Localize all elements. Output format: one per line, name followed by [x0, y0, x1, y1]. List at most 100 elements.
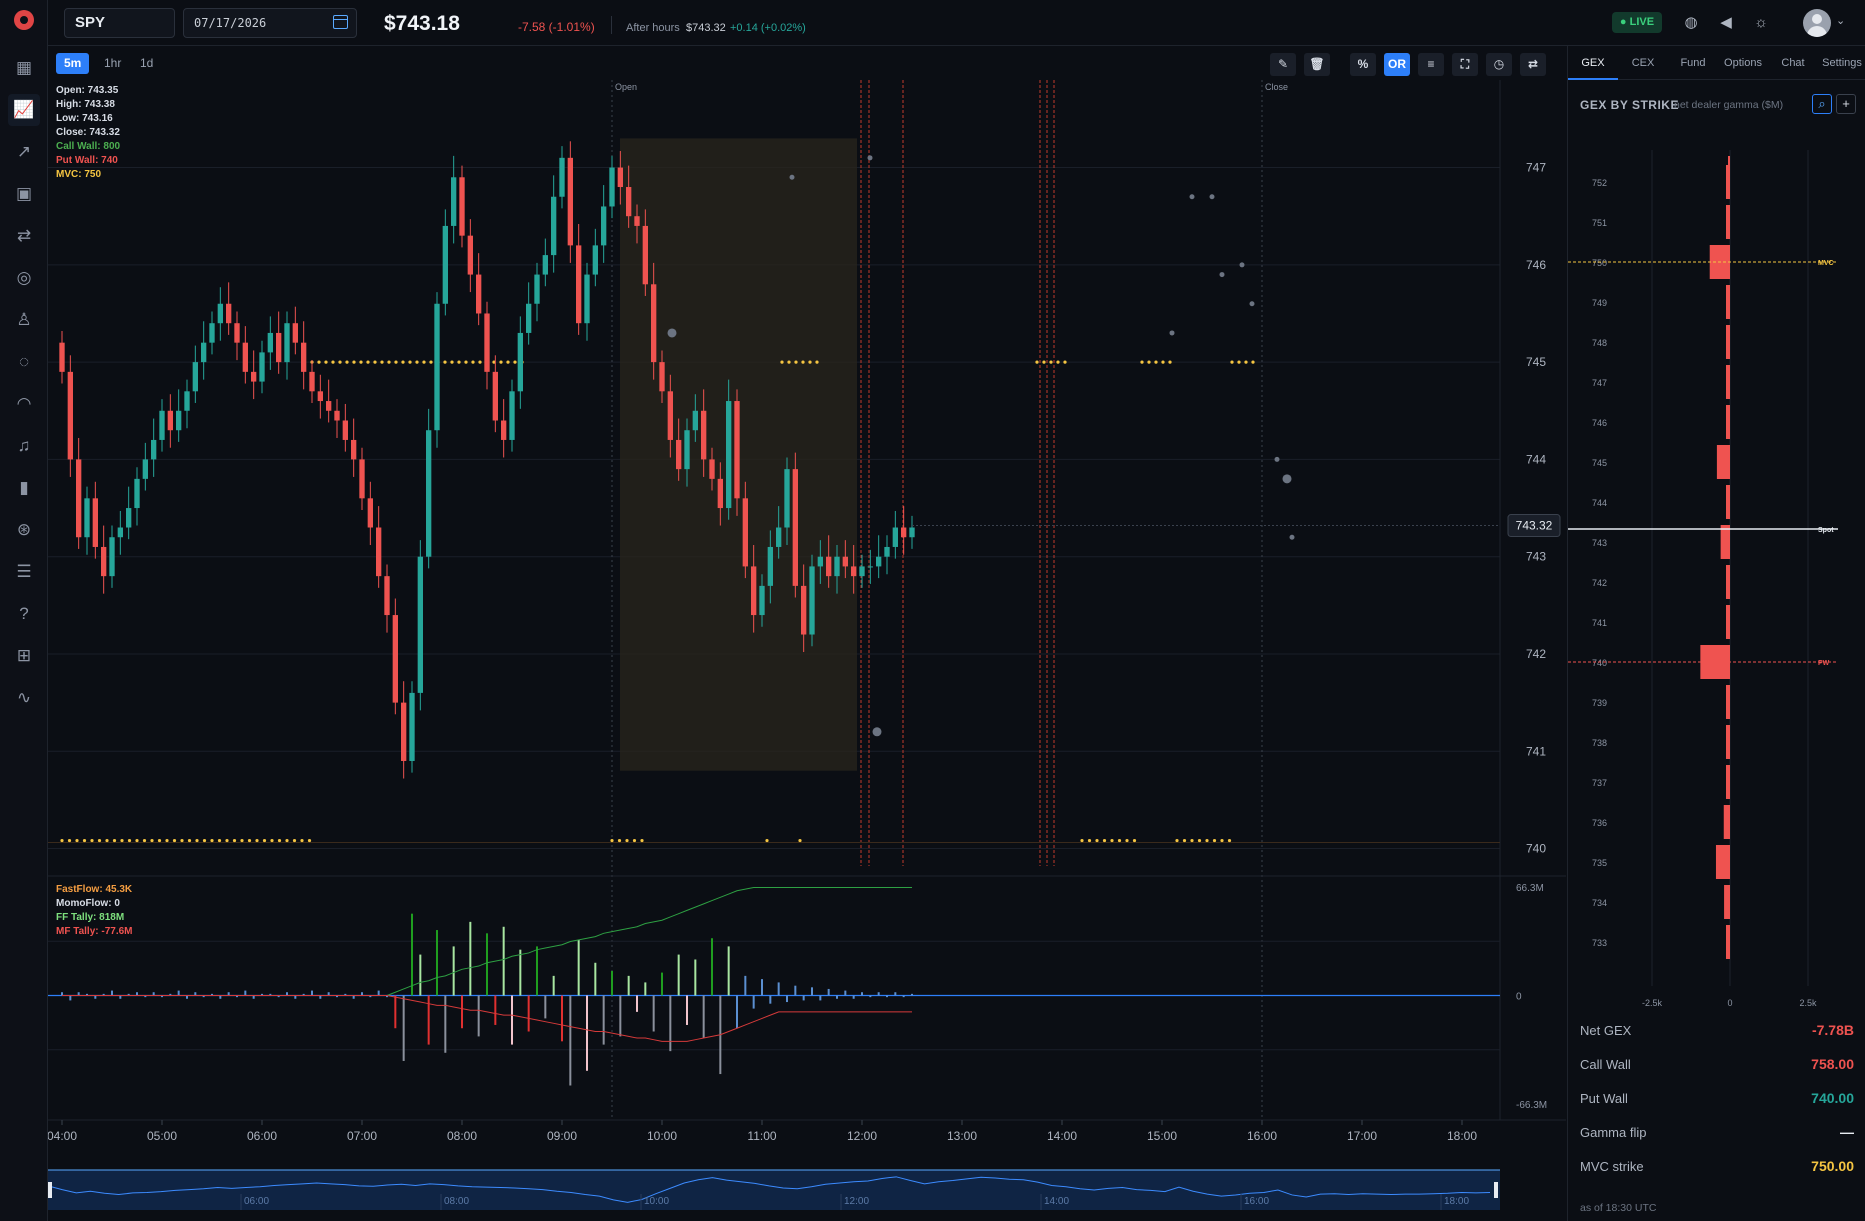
coins-icon[interactable]: ⊛	[8, 514, 40, 546]
navigator-label: 14:00	[1044, 1196, 1069, 1207]
mvc-dot	[794, 360, 798, 364]
user-icon[interactable]: ♙	[8, 304, 40, 336]
volume-icon[interactable]: ◀	[1716, 13, 1736, 33]
document-icon[interactable]: ☰	[8, 556, 40, 588]
clock-icon[interactable]: ◷	[1486, 53, 1512, 76]
mvc-dot	[317, 360, 321, 364]
mvc-dot	[506, 360, 510, 364]
line-chart-icon[interactable]: 📈	[8, 94, 40, 126]
percent-button[interactable]: %	[1350, 53, 1376, 76]
marker-dot	[1274, 456, 1280, 462]
gex-strike-label: 735	[1592, 858, 1607, 868]
tab-chat[interactable]: Chat	[1768, 46, 1818, 80]
candle-body	[101, 546, 107, 577]
transfer-arrows-icon[interactable]: ⇄	[8, 220, 40, 252]
put-wall-dot	[277, 838, 282, 843]
date-picker[interactable]: 07/17/2026	[183, 8, 357, 38]
put-wall-dot	[1175, 838, 1179, 843]
tab-gex[interactable]: GEX	[1568, 46, 1618, 80]
tab-fund[interactable]: Fund	[1668, 46, 1718, 80]
flow-bar	[869, 995, 872, 998]
tab-cex[interactable]: CEX	[1618, 46, 1668, 80]
put-wall-dot	[112, 838, 117, 843]
navigator-handle-left[interactable]	[48, 1182, 52, 1198]
lightbulb-icon[interactable]: ☼	[1751, 13, 1771, 33]
trash-icon[interactable]: 🗑	[1304, 53, 1330, 76]
candle-body	[226, 303, 232, 324]
tab-settings[interactable]: Settings	[1818, 46, 1865, 80]
put-wall-dot	[142, 838, 147, 843]
mvc-dot	[1147, 360, 1151, 364]
mvc-dot	[429, 360, 433, 364]
timeframe-1d[interactable]: 1d	[132, 53, 161, 74]
stat-value: 750.00	[1811, 1158, 1854, 1174]
navigator-handle-right[interactable]	[1494, 1182, 1498, 1198]
calendar-icon[interactable]: ▣	[8, 178, 40, 210]
ticker-input[interactable]: SPY	[64, 8, 175, 38]
put-wall-dot	[1182, 838, 1187, 843]
pencil-icon[interactable]: ✎	[1270, 53, 1296, 76]
timeframe-1hr[interactable]: 1hr	[96, 53, 129, 74]
analytics-chart-icon[interactable]: ↗	[8, 136, 40, 168]
stat-value: -7.78B	[1811, 1022, 1854, 1038]
candle-body	[192, 362, 198, 392]
candle-body	[484, 313, 490, 372]
candle-body	[659, 362, 665, 392]
gift-icon[interactable]: ⊞	[8, 640, 40, 672]
gex-strike-label: 744	[1592, 498, 1607, 508]
flow-bar	[811, 987, 813, 996]
flow-bar	[244, 990, 247, 996]
flow-bar	[519, 949, 522, 996]
put-wall-dot	[610, 838, 614, 843]
put-wall-dot	[640, 838, 644, 843]
put-wall-dot	[1087, 838, 1092, 843]
ohlc-legend-line: Close: 743.32	[56, 127, 120, 138]
candle-body	[667, 391, 673, 440]
put-wall-dot	[1205, 838, 1209, 843]
calendar-icon[interactable]	[333, 15, 348, 29]
gex-strike-label: 736	[1592, 818, 1607, 828]
chat-bubble-icon[interactable]: ◌	[8, 346, 40, 378]
dashboard-grid-icon[interactable]: ▦	[8, 52, 40, 84]
candle-body	[109, 537, 115, 577]
opening-range-button[interactable]: OR	[1384, 53, 1410, 76]
gex-strike-label: 750	[1592, 258, 1607, 268]
put-wall-dot	[127, 838, 132, 843]
tab-options[interactable]: Options	[1718, 46, 1768, 80]
gex-bar	[1726, 485, 1730, 519]
pulse-icon[interactable]: ∿	[8, 682, 40, 714]
put-wall-dot	[180, 838, 184, 843]
flow-bar	[527, 995, 530, 1032]
price-chart[interactable]: 747 746 745 744 743 742 741 740 Open Close 743.32 O…	[48, 80, 1566, 1221]
add-icon[interactable]: +	[1836, 94, 1856, 114]
search-icon[interactable]: ⌕	[1812, 94, 1832, 114]
mvc-dot	[1154, 360, 1158, 364]
candle-body	[884, 546, 890, 557]
bar-chart-icon[interactable]: ▮	[8, 472, 40, 504]
candle-body	[909, 527, 915, 538]
gauge-icon[interactable]: ◠	[8, 388, 40, 420]
candle-body	[117, 527, 123, 538]
swap-icon[interactable]: ⇄	[1520, 53, 1546, 76]
fullscreen-icon[interactable]: ⛶	[1452, 53, 1478, 76]
marker-dot	[1219, 272, 1225, 278]
logo-icon[interactable]	[14, 10, 34, 30]
put-wall-dot	[1227, 838, 1232, 843]
y-tick-label: 743	[1526, 550, 1546, 564]
target-icon[interactable]: ◎	[8, 262, 40, 294]
help-icon[interactable]: ?	[8, 598, 40, 630]
gex-chart[interactable]: -2.5k 0 2.5k 752 751 750 749 748 747 746 745 744 743…	[1568, 126, 1865, 1046]
menu-icon[interactable]: ≡	[1418, 53, 1444, 76]
flow-bar	[452, 946, 455, 996]
flow-legend-line: FastFlow: 45.3K	[56, 884, 133, 895]
chevron-down-icon[interactable]: ⌄	[1836, 14, 1845, 27]
globe-icon[interactable]: ◍	[1681, 13, 1701, 33]
bell-icon[interactable]: ♫	[8, 430, 40, 462]
gex-bar	[1726, 365, 1730, 399]
put-wall-dot	[187, 838, 192, 843]
timeframe-5m[interactable]: 5m	[56, 53, 90, 74]
flow-bar	[819, 995, 822, 1001]
candle-body	[334, 410, 340, 421]
avatar[interactable]	[1803, 9, 1831, 37]
gex-strike-label: 740	[1592, 658, 1607, 668]
